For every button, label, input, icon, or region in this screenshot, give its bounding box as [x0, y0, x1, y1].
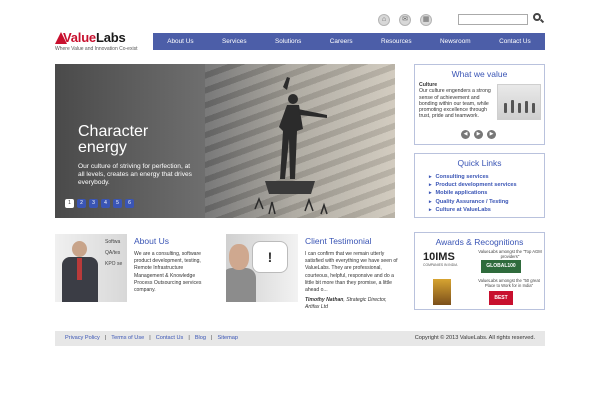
brand-tagline: Where Value and Innovation Co-exist	[55, 46, 138, 52]
nav-careers[interactable]: Careers	[330, 38, 353, 45]
award-text-great-place: ValueLabs amongst the "50 great Place to…	[478, 278, 540, 288]
team-image	[497, 84, 541, 120]
nav-contact-us[interactable]: Contact Us	[499, 38, 531, 45]
testimonial-title[interactable]: Client Testimonial	[305, 236, 371, 246]
copyright-text: Copyright © 2013 ValueLabs. All rights r…	[414, 335, 535, 341]
award-text-agm: ValueLabs amongst the "Top AGM providers…	[478, 249, 542, 259]
search-input[interactable]	[458, 14, 528, 25]
values-controls: ◀ ▶ ▶	[461, 130, 496, 139]
award-badge-global100[interactable]: GLOBAL100	[481, 260, 521, 273]
award-badge-ims[interactable]: 10IMS COMPANIES IN INDIA	[423, 251, 459, 271]
quick-link-culture[interactable]: Culture at ValueLabs	[429, 206, 517, 214]
testimonial-image: !	[226, 234, 298, 302]
values-panel: What we value Culture Our culture engend…	[414, 64, 545, 145]
nav-newsroom[interactable]: Newsroom	[440, 38, 471, 45]
home-icon[interactable]: ⌂	[378, 14, 390, 26]
footer-separator: |	[211, 335, 213, 341]
about-image: Softwa QA/tes KPO se	[55, 234, 127, 302]
about-image-word: Softwa	[105, 239, 121, 245]
quick-links-title: Quick Links	[457, 158, 502, 168]
nav-solutions[interactable]: Solutions	[275, 38, 301, 45]
hero-banner[interactable]: Character energy Our culture of striving…	[55, 64, 395, 218]
hero-slide-button[interactable]: 6	[125, 199, 134, 208]
next-icon[interactable]: ▶	[487, 130, 496, 139]
footer: Privacy Policy | Terms of Use | Contact …	[55, 331, 545, 346]
about-image-word: QA/tes	[105, 250, 121, 256]
footer-separator: |	[104, 335, 107, 341]
hero-pagination: 1 2 3 4 5 6	[65, 199, 134, 208]
footer-link-blog[interactable]: Blog	[195, 335, 206, 341]
quick-link-consulting[interactable]: Consulting services	[429, 173, 517, 181]
main-nav: About Us Services Solutions Careers Reso…	[153, 33, 545, 50]
hero-title: Character energy	[78, 123, 149, 156]
quick-link-qa-testing[interactable]: Quality Assurance / Testing	[429, 198, 517, 206]
awards-panel: Awards & Recognitions 10IMS COMPANIES IN…	[414, 232, 545, 310]
quick-link-product-development[interactable]: Product development services	[429, 181, 517, 189]
prev-icon[interactable]: ◀	[461, 130, 470, 139]
footer-links: Privacy Policy | Terms of Use | Contact …	[65, 335, 238, 341]
testimonial-author: Timothy Nathan, Strategic Director, Arti…	[305, 297, 400, 311]
sitemap-icon[interactable]: ▦	[420, 14, 432, 26]
quick-link-mobile[interactable]: Mobile applications	[429, 189, 517, 197]
values-body: Culture Our culture engenders a strong s…	[419, 82, 499, 120]
testimonial-company: Artifax Ltd	[305, 304, 328, 311]
hero-description: Our culture of striving for perfection, …	[78, 163, 192, 186]
footer-link-sitemap[interactable]: Sitemap	[217, 335, 238, 341]
footer-link-terms[interactable]: Terms of Use	[111, 335, 144, 341]
values-text: Our culture engenders a strong sense of …	[419, 88, 491, 120]
about-title[interactable]: About Us	[134, 236, 169, 246]
footer-separator: |	[149, 335, 151, 341]
statue-image	[254, 77, 328, 215]
hero-slide-button[interactable]: 3	[89, 199, 98, 208]
footer-link-privacy[interactable]: Privacy Policy	[65, 335, 100, 341]
search-button[interactable]	[533, 13, 545, 24]
footer-link-contact[interactable]: Contact Us	[156, 335, 184, 341]
hero-slide-button[interactable]: 2	[77, 199, 86, 208]
nav-about-us[interactable]: About Us	[167, 38, 193, 45]
quick-links-list: Consulting services Product development …	[429, 173, 517, 214]
testimonial-author-role: , Strategic Director,	[343, 297, 387, 303]
hero-slide-button[interactable]: 4	[101, 199, 110, 208]
values-title: What we value	[451, 69, 508, 79]
about-image-word: KPO se	[105, 261, 123, 267]
utility-icons: ⌂ ✉ ▦	[378, 14, 432, 26]
about-text: We are a consulting, software product de…	[134, 251, 202, 294]
award-badge-best[interactable]: BEST	[489, 291, 513, 305]
quick-links-panel: Quick Links Consulting services Product …	[414, 153, 545, 218]
hero-slide-button[interactable]: 5	[113, 199, 122, 208]
logo-wordmark: ValueLabs	[63, 30, 126, 45]
testimonial-quote: I can confirm that we remain utterly sat…	[305, 251, 398, 294]
nav-services[interactable]: Services	[222, 38, 247, 45]
hero-slide-button[interactable]: 1	[65, 199, 74, 208]
footer-separator: |	[188, 335, 190, 341]
awards-title: Awards & Recognitions	[435, 237, 524, 247]
testimonial-author-name: Timothy Nathan	[305, 297, 344, 303]
play-icon[interactable]: ▶	[474, 130, 483, 139]
award-book-image	[433, 279, 451, 305]
nav-resources[interactable]: Resources	[381, 38, 412, 45]
exclamation-bubble-icon: !	[252, 241, 288, 273]
mail-icon[interactable]: ✉	[399, 14, 411, 26]
